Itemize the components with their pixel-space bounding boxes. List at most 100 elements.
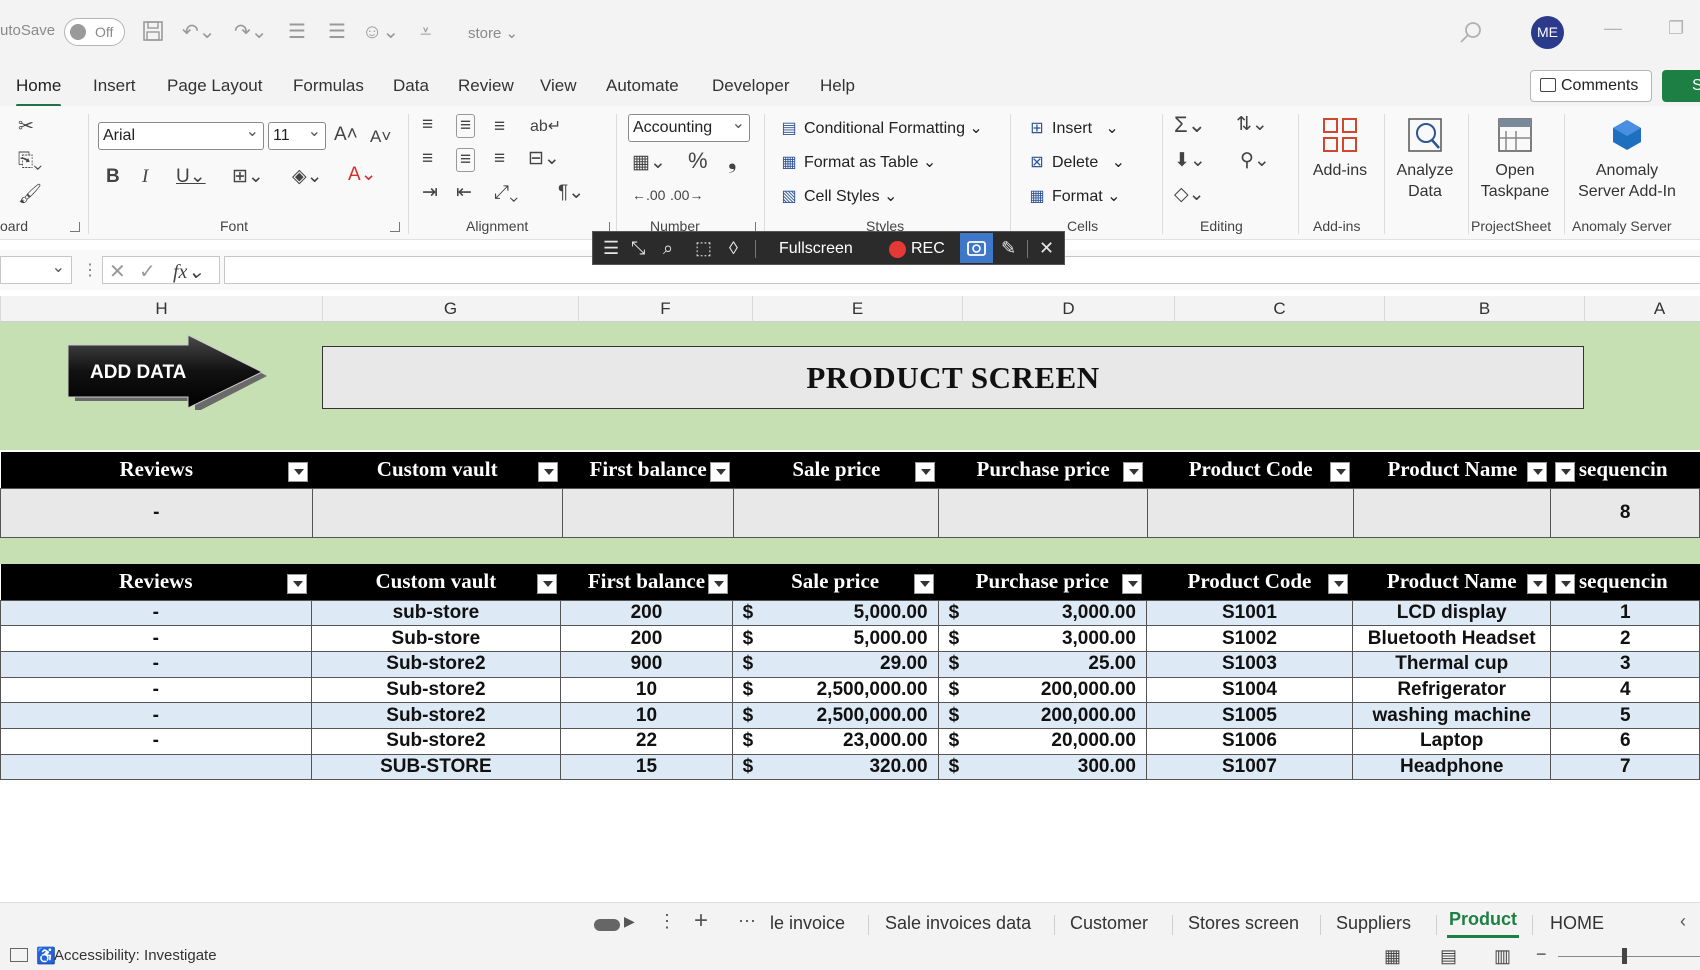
- column-header-b[interactable]: B: [1384, 296, 1584, 322]
- drop-icon[interactable]: ◊: [729, 238, 738, 259]
- cell-sale-price[interactable]: $320.00: [731, 753, 939, 781]
- decrease-font-icon[interactable]: A˅: [370, 126, 391, 148]
- zoom-slider-thumb[interactable]: [1622, 948, 1627, 964]
- autosum-icon[interactable]: Σ⌄: [1174, 114, 1206, 136]
- tab-scroll-handle[interactable]: [594, 919, 620, 931]
- cell-custom-vault[interactable]: SUB-STORE: [310, 753, 562, 781]
- cell-product-name[interactable]: Laptop: [1351, 727, 1552, 755]
- align-center-icon[interactable]: ☰: [328, 20, 346, 44]
- tab-automate[interactable]: Automate: [606, 76, 679, 96]
- decrease-indent-icon[interactable]: ⇥: [422, 182, 438, 204]
- cell-reviews[interactable]: -: [0, 599, 312, 627]
- fullscreen-button[interactable]: Fullscreen: [779, 240, 853, 258]
- tab-developer[interactable]: Developer: [712, 76, 790, 96]
- filter-dropdown-icon[interactable]: [1123, 462, 1144, 482]
- tab-view[interactable]: View: [540, 76, 577, 96]
- font-color-icon[interactable]: A⌄: [348, 164, 377, 186]
- cell-purchase-price[interactable]: $3,000.00: [937, 599, 1147, 627]
- cut-icon[interactable]: ✂: [18, 116, 34, 138]
- zoom-region-icon[interactable]: ⌕: [663, 238, 673, 259]
- zoom-out-icon[interactable]: −: [1536, 944, 1547, 965]
- conditional-formatting-button[interactable]: ▤ Conditional Formatting ⌄: [778, 118, 982, 138]
- orientation-icon[interactable]: ⤢⌄: [494, 182, 518, 204]
- column-header-a[interactable]: A: [1584, 296, 1700, 322]
- cell-purchase-price[interactable]: $20,000.00: [937, 727, 1147, 755]
- minimize-icon[interactable]: —: [1604, 18, 1622, 39]
- increase-decimal-icon[interactable]: ←.00: [632, 184, 665, 206]
- insert-cells-button[interactable]: ⊞ Insert ⌄: [1026, 118, 1118, 138]
- clear-icon[interactable]: ◇⌄: [1174, 184, 1205, 206]
- sheet-tab-home[interactable]: HOME: [1550, 913, 1604, 934]
- sheet-tab-sale-invoice[interactable]: le invoice: [770, 913, 845, 934]
- avatar[interactable]: ME: [1531, 16, 1564, 49]
- autosave-toggle[interactable]: Off: [64, 18, 125, 46]
- filter-dropdown-icon[interactable]: [287, 574, 308, 594]
- camera-icon[interactable]: [960, 233, 993, 263]
- cell-purchase-price[interactable]: $3,000.00: [937, 625, 1147, 652]
- cell-sale-price[interactable]: $2,500,000.00: [731, 676, 939, 704]
- format-as-table-button[interactable]: ▦ Format as Table ⌄: [778, 152, 936, 172]
- accessibility-icon[interactable]: ♿: [36, 946, 56, 966]
- column-header-g[interactable]: G: [322, 296, 578, 322]
- cell-sequence[interactable]: 1: [1550, 599, 1700, 627]
- cell-product-code[interactable]: S1001: [1145, 599, 1353, 627]
- undo-icon[interactable]: ↶⌄: [182, 20, 216, 44]
- rec-label[interactable]: REC: [911, 240, 945, 258]
- palette-icon[interactable]: ☺⌄: [362, 20, 399, 44]
- anomaly-server-button[interactable]: Anomaly Server Add-In: [1570, 116, 1684, 202]
- align-right-text-icon[interactable]: ≡: [494, 148, 505, 170]
- page-layout-view-icon[interactable]: ▤: [1440, 946, 1457, 967]
- cell-product-code[interactable]: S1007: [1145, 753, 1353, 781]
- format-painter-icon[interactable]: 🖌: [18, 184, 42, 206]
- cell-product-name[interactable]: Refrigerator: [1351, 676, 1552, 704]
- cell-custom-vault[interactable]: sub-store: [310, 599, 562, 627]
- input-sale-price[interactable]: [733, 487, 940, 538]
- wrap-text-icon[interactable]: ab↵: [530, 116, 561, 138]
- text-direction-icon[interactable]: ¶⌄: [558, 182, 584, 204]
- input-first-balance[interactable]: [561, 487, 735, 538]
- filter-dropdown-icon[interactable]: [709, 462, 730, 482]
- percent-icon[interactable]: %: [688, 150, 708, 172]
- filter-dropdown-icon[interactable]: [1328, 574, 1349, 594]
- input-custom-vault[interactable]: [311, 487, 563, 538]
- cell-reviews[interactable]: [0, 753, 312, 781]
- share-button[interactable]: S: [1662, 70, 1700, 102]
- search-icon[interactable]: [1458, 20, 1484, 46]
- input-product-name[interactable]: [1353, 487, 1552, 538]
- cell-reviews[interactable]: -: [0, 727, 312, 755]
- column-header-e[interactable]: E: [752, 296, 962, 322]
- cell-sale-price[interactable]: $29.00: [731, 650, 939, 678]
- center-text-icon[interactable]: ≡: [456, 148, 476, 172]
- column-header-d[interactable]: D: [962, 296, 1174, 322]
- cell-custom-vault[interactable]: Sub-store2: [310, 702, 562, 729]
- cell-sale-price[interactable]: $23,000.00: [731, 727, 939, 755]
- delete-cells-button[interactable]: ⊠ Delete ⌄: [1026, 152, 1125, 172]
- tab-review[interactable]: Review: [458, 76, 514, 96]
- format-cells-button[interactable]: ▦ Format ⌄: [1026, 186, 1120, 206]
- input-product-code[interactable]: [1146, 487, 1355, 538]
- shrink-icon[interactable]: ⤡: [631, 238, 645, 259]
- sort-filter-icon[interactable]: ⇅⌄: [1236, 114, 1268, 136]
- normal-view-icon[interactable]: ▦: [1384, 946, 1401, 967]
- cell-sequence[interactable]: 2: [1550, 625, 1700, 652]
- page-break-view-icon[interactable]: ▥: [1494, 946, 1511, 967]
- tab-data[interactable]: Data: [393, 76, 429, 96]
- cell-product-code[interactable]: S1005: [1145, 702, 1353, 729]
- cell-reviews[interactable]: -: [0, 650, 312, 678]
- cell-product-code[interactable]: S1003: [1145, 650, 1353, 678]
- restore-icon[interactable]: ❐: [1668, 18, 1684, 39]
- sheet-tab-stores-screen[interactable]: Stores screen: [1188, 913, 1299, 934]
- redo-icon[interactable]: ↷⌄: [234, 20, 268, 44]
- open-taskpane-button[interactable]: Open Taskpane: [1472, 116, 1558, 202]
- cell-first-balance[interactable]: 22: [560, 727, 733, 755]
- cell-sequence[interactable]: 4: [1550, 676, 1700, 704]
- tab-options-icon[interactable]: ⋮: [658, 911, 676, 932]
- font-launcher-icon[interactable]: [390, 222, 400, 232]
- cell-purchase-price[interactable]: $200,000.00: [937, 676, 1147, 704]
- input-reviews[interactable]: -: [0, 487, 313, 538]
- cell-mode-icon[interactable]: [10, 948, 28, 962]
- column-header-f[interactable]: F: [578, 296, 752, 322]
- filter-dropdown-icon[interactable]: [1526, 574, 1547, 594]
- filter-dropdown-icon[interactable]: [1554, 574, 1575, 594]
- fill-color-icon[interactable]: ◈⌄: [292, 166, 323, 188]
